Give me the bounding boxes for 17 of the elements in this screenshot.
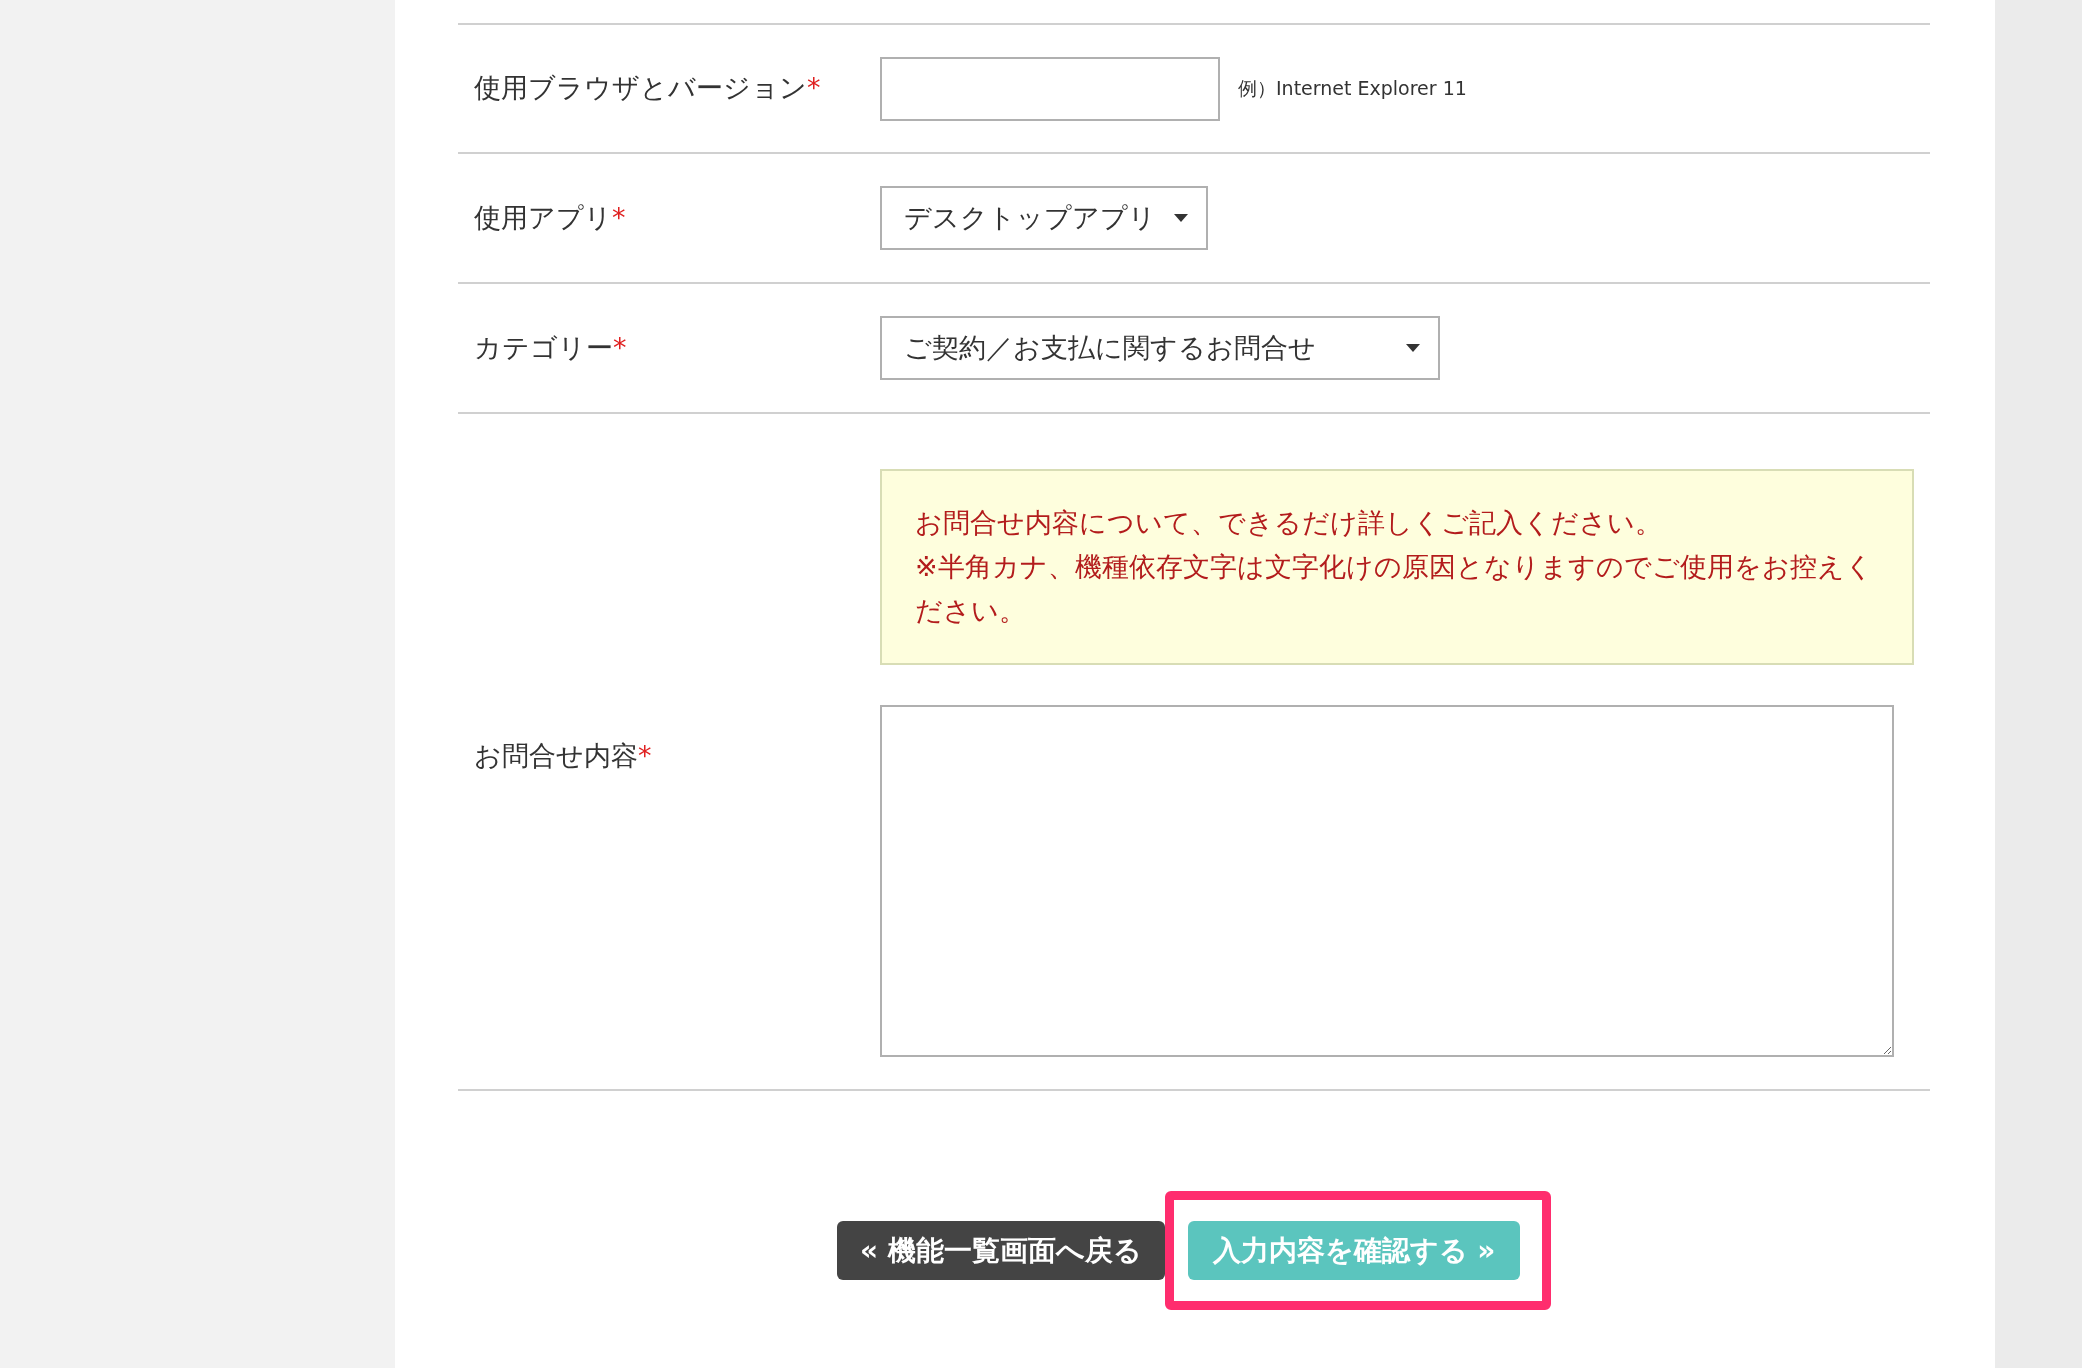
required-mark: * <box>807 72 821 104</box>
required-mark: * <box>612 201 626 233</box>
field-label: お問合せ内容 <box>474 740 638 771</box>
caret-icon <box>1406 344 1420 352</box>
text-input-field[interactable] <box>880 56 1220 121</box>
dropdown-select[interactable]: デスクトップアプリ <box>880 186 1208 250</box>
required-mark: * <box>638 740 652 771</box>
field-label: 使用アプリ <box>474 201 612 233</box>
field-label: 使用ブラウザとバージョン <box>474 72 807 104</box>
example-hint: 例）Internet Explorer 11 <box>1238 76 1467 102</box>
field-label: カテゴリー <box>474 331 613 363</box>
notice-text: お問合せ内容について、できるだけ詳しくご記入ください。 <box>915 506 1663 540</box>
dropdown-select[interactable]: ご契約／お支払に関するお問合せ <box>880 316 1440 380</box>
required-mark: * <box>613 331 627 363</box>
back-button[interactable]: « 機能一覧画面へ戻る <box>837 1221 1165 1280</box>
notice-text: ※半角カナ、機種依存文字は文字化けの原因となりますのでご使用をお控えください。 <box>915 550 1874 628</box>
caret-icon <box>1174 214 1188 222</box>
